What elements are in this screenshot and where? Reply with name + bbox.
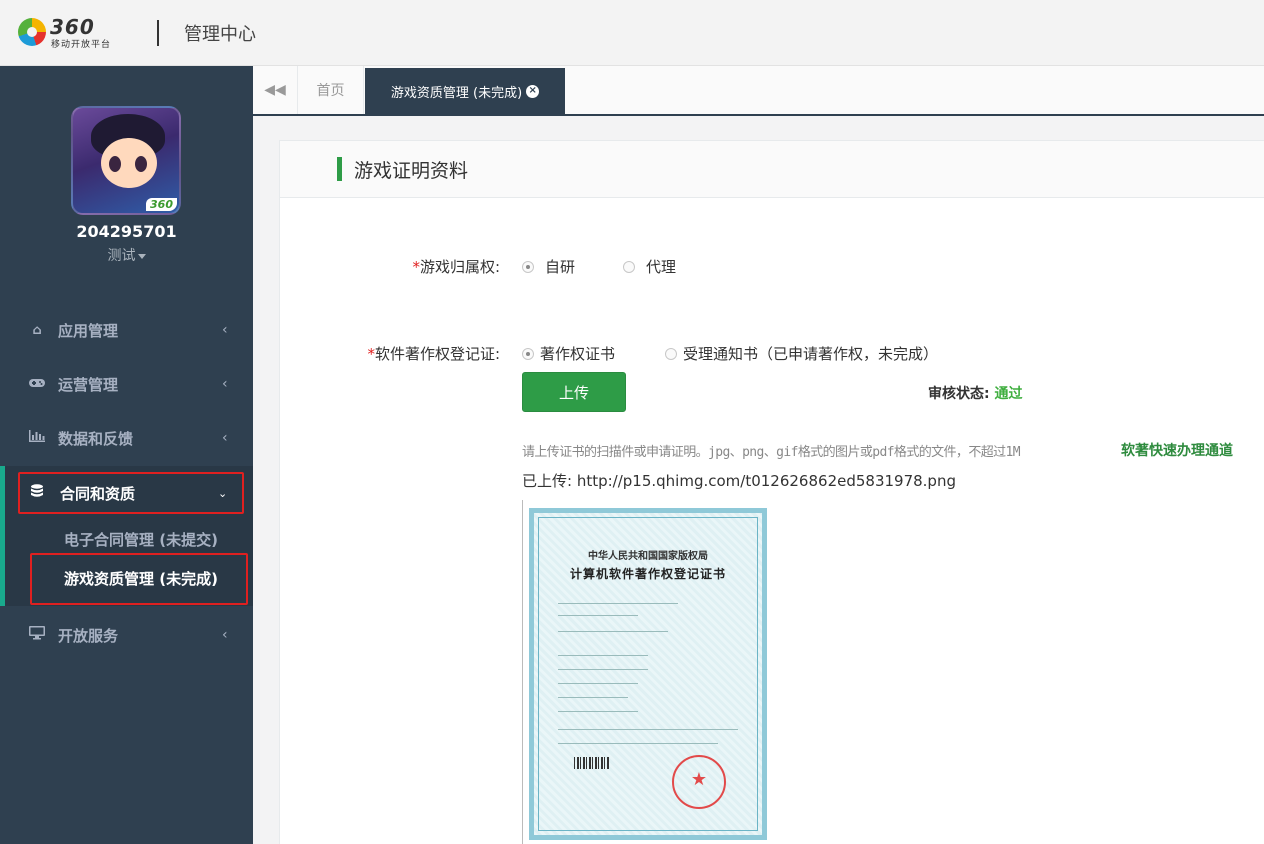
chevron-left-icon: ‹ xyxy=(222,627,228,643)
certificate-image[interactable]: 中华人民共和国国家版权局 计算机软件著作权登记证书 ★ xyxy=(522,500,767,844)
upload-hint: 请上传证书的扫描件或申请证明。jpg、png、gif格式的图片或pdf格式的文件… xyxy=(522,445,1021,460)
ownership-label: *游戏归属权: xyxy=(412,258,500,276)
logo-number: 360 xyxy=(50,15,95,39)
panel-title: 游戏证明资料 xyxy=(354,160,469,182)
sidebar-item-data-feedback[interactable]: 数据和反馈 ‹ xyxy=(0,413,253,463)
barcode-icon xyxy=(574,757,610,769)
radio-selected-icon xyxy=(522,347,534,360)
logo[interactable]: 360 移动开放平台 xyxy=(18,14,128,50)
panel-header: 游戏证明资料 xyxy=(280,141,1264,198)
highlight-box-group xyxy=(18,472,244,514)
highlight-box-subitem xyxy=(30,553,248,605)
radio-unselected-icon xyxy=(623,260,635,273)
desktop-icon xyxy=(28,626,46,644)
status-badge: 通过 xyxy=(994,386,1023,402)
chevron-left-icon: ‹ xyxy=(222,322,228,338)
logo-subtitle: 移动开放平台 xyxy=(51,40,112,50)
sidebar-item-label: 开放服务 xyxy=(58,626,119,645)
avatar[interactable]: 360 xyxy=(71,106,181,215)
bar-chart-icon xyxy=(28,430,46,446)
copyright-label: *软件著作权登记证: xyxy=(367,345,500,363)
radio-self-developed[interactable]: 自研 xyxy=(522,256,575,277)
radio-label: 自研 xyxy=(545,258,576,276)
user-role-dropdown[interactable]: 测试 xyxy=(0,245,253,265)
user-role-label: 测试 xyxy=(107,248,136,264)
certificate-issuer: 中华人民共和国国家版权局 xyxy=(588,551,708,562)
double-chevron-left-icon: ◀◀ xyxy=(264,82,286,98)
review-status: 审核状态: 通过 xyxy=(928,386,1023,402)
radio-label: 受理通知书（已申请著作权，未完成） xyxy=(683,345,939,363)
sidebar-item-label: 运营管理 xyxy=(58,375,119,394)
chevron-left-icon: ‹ xyxy=(222,376,228,392)
tab-home[interactable]: 首页 xyxy=(298,66,364,114)
gamepad-icon xyxy=(28,377,46,392)
official-seal-icon: ★ xyxy=(672,755,726,809)
app-title: 管理中心 xyxy=(184,24,256,45)
home-icon: ⌂ xyxy=(32,322,42,338)
radio-unselected-icon xyxy=(665,347,677,360)
sidebar-subitem-contract-management[interactable]: 电子合同管理 (未提交) xyxy=(64,529,218,550)
radio-label: 代理 xyxy=(646,258,677,276)
upload-button[interactable]: 上传 xyxy=(522,372,626,412)
radio-label: 著作权证书 xyxy=(540,345,616,363)
tab-label: 游戏资质管理 (未完成) xyxy=(390,85,523,101)
top-header: 360 移动开放平台 管理中心 xyxy=(0,0,1264,66)
header-divider xyxy=(157,20,159,46)
sidebar-item-label: 数据和反馈 xyxy=(58,429,134,448)
sidebar-item-open-services[interactable]: 开放服务 ‹ xyxy=(0,610,253,660)
radio-acceptance-notice[interactable]: 受理通知书（已申请著作权，未完成） xyxy=(665,343,938,364)
radio-selected-icon xyxy=(522,260,534,273)
sidebar-item-operations[interactable]: 运营管理 ‹ xyxy=(0,359,253,409)
content-panel: 游戏证明资料 xyxy=(279,140,1264,844)
tab-scroll-left-button[interactable]: ◀◀ xyxy=(253,66,298,114)
sidebar-item-app-management[interactable]: ⌂ 应用管理 ‹ xyxy=(0,305,253,355)
caret-down-icon xyxy=(137,253,146,259)
tab-bar: ◀◀ 首页 游戏资质管理 (未完成) × xyxy=(253,66,1264,116)
fast-copyright-link[interactable]: 软著快速办理通道 xyxy=(1121,440,1233,460)
sidebar: 360 204295701 测试 ⌂ 应用管理 ‹ 运营管理 ‹ 数据和反馈 ‹… xyxy=(0,66,253,844)
logo-mark-icon xyxy=(18,18,46,46)
radio-copyright-certificate[interactable]: 著作权证书 xyxy=(522,343,615,364)
chevron-left-icon: ‹ xyxy=(222,430,228,446)
avatar-badge: 360 xyxy=(146,198,177,211)
uploaded-file-url: 已上传: http://p15.qhimg.com/t012626862ed58… xyxy=(522,472,956,490)
tab-game-qualification[interactable]: 游戏资质管理 (未完成) × xyxy=(365,68,565,114)
user-id: 204295701 xyxy=(76,222,177,241)
certificate-title: 计算机软件著作权登记证书 xyxy=(569,567,726,581)
radio-agency[interactable]: 代理 xyxy=(623,256,676,277)
sidebar-item-label: 应用管理 xyxy=(58,321,119,340)
close-icon[interactable]: × xyxy=(526,84,540,98)
title-accent-bar xyxy=(337,157,342,181)
